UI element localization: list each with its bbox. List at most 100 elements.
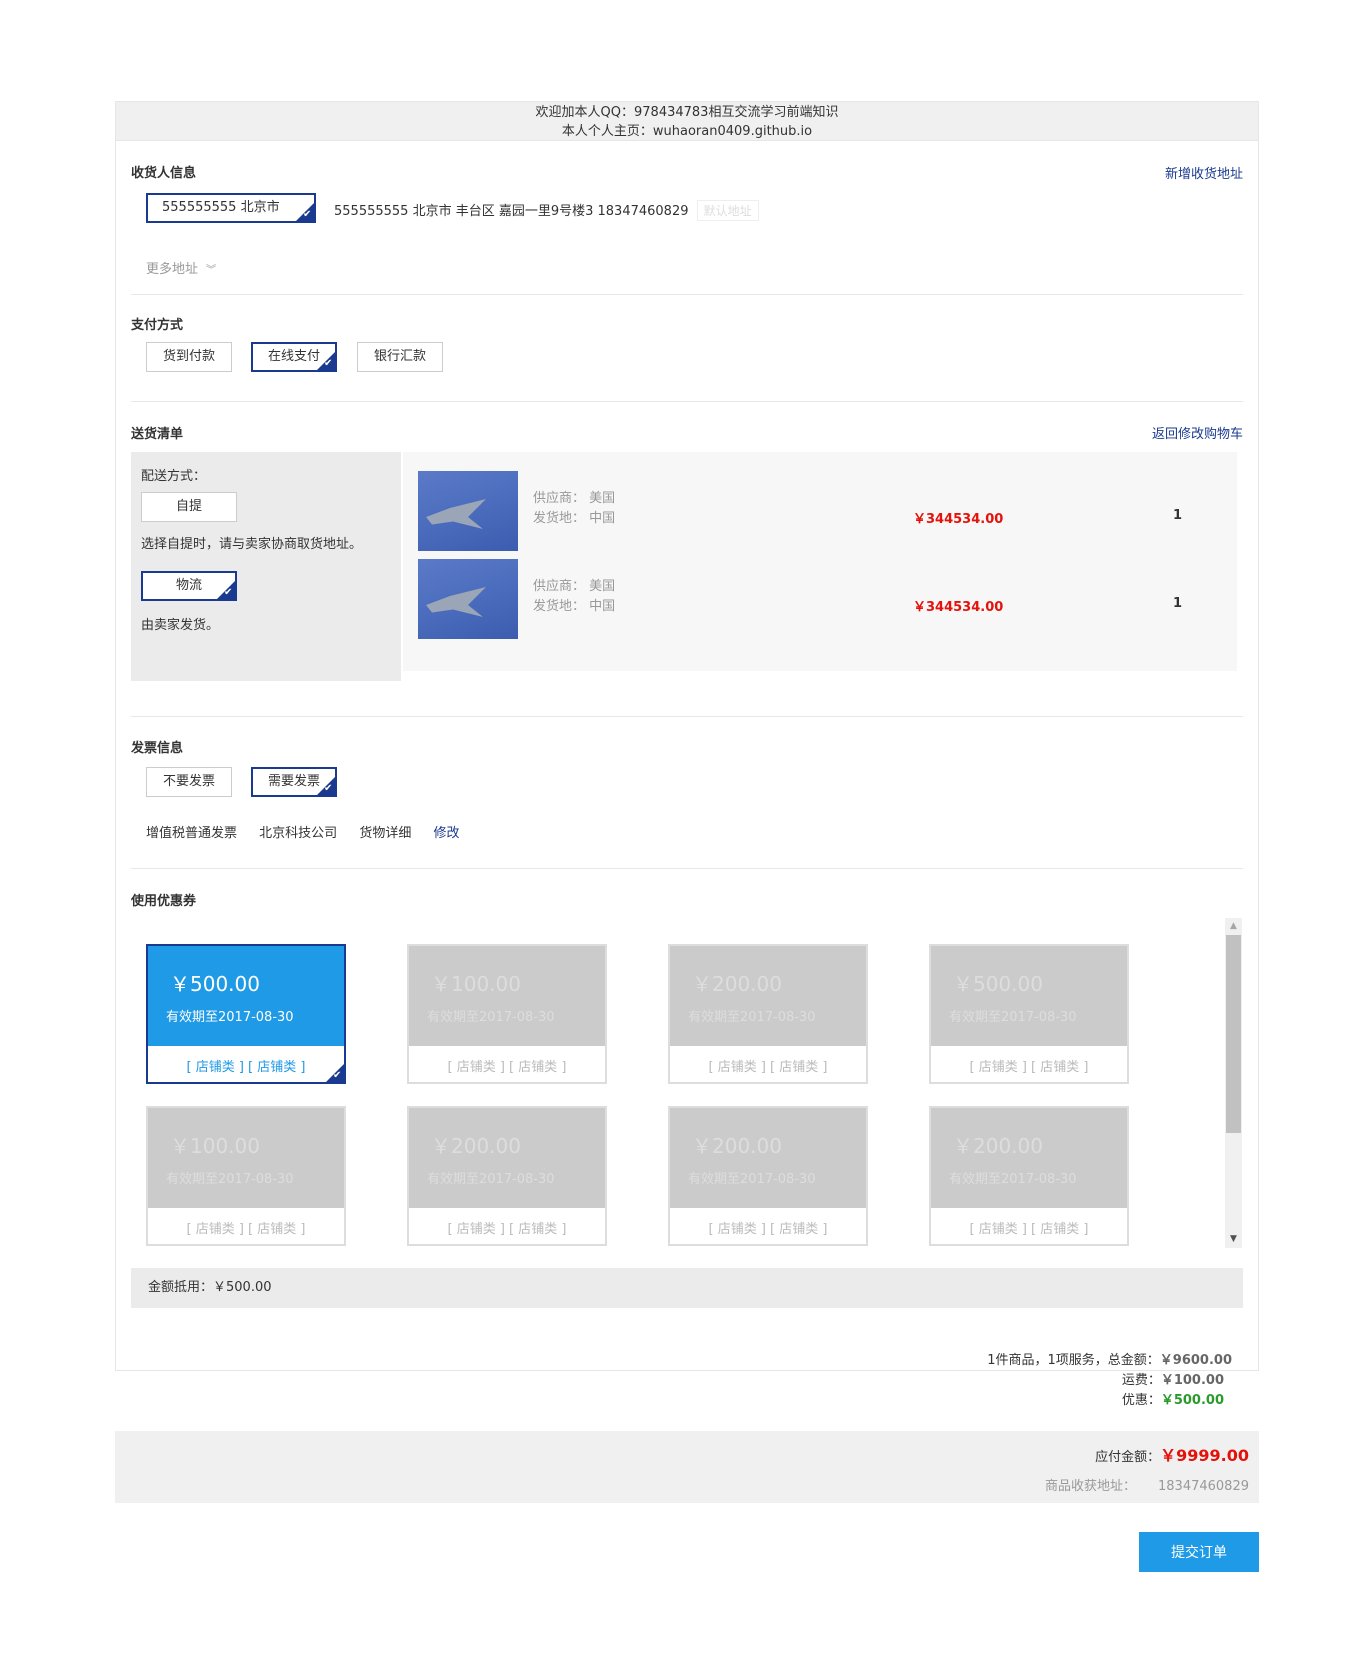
summary-shipping-label: 运费： [1121,1373,1161,1388]
coupon-amount: ￥100.00 [431,972,521,996]
invoice-title: 发票信息 [131,741,184,756]
amount-due: 应付金额：￥9999.00 [1095,1442,1249,1466]
check-icon: ✔ [324,1062,346,1084]
payment-cod-button[interactable]: 货到付款 [146,342,232,372]
delivery-method-label: 配送方式： [141,469,207,484]
invoice-content: 货物详细 [359,826,412,841]
summary-discount-value: ￥500.00 [1160,1393,1224,1408]
selected-address-label: 555555555 北京市 [162,200,280,215]
notice-bar: 欢迎加本人QQ：978434783相互交流学习前端知识 本人个人主页：wuhao… [115,101,1259,141]
coupon-tag: [ 店铺类 ] [ 店铺类 ] [447,1222,567,1237]
check-icon: ✔ [294,201,316,223]
more-addresses-toggle[interactable]: 更多地址 ︾ [146,258,216,277]
coupon-amount: ￥500.00 [170,972,260,996]
pickup-button[interactable]: 自提 [141,492,237,522]
need-invoice-label: 需要发票 [267,774,320,789]
origin-label: 发货地： [533,511,586,526]
coupon-expiry: 有效期至2017-08-30 [688,1172,816,1187]
coupon-section: 使用优惠券 ￥500.00 有效期至2017-08-30 [ 店铺类 ] [ 店铺类… [131,868,1243,1308]
coupon-tag: [ 店铺类 ] [ 店铺类 ] [969,1222,1089,1237]
coupon-scrollbar[interactable]: ▲ ▼ [1225,918,1242,1248]
supplier-value: 美国 [589,579,616,594]
product-image[interactable] [418,559,518,639]
order-container: 欢迎加本人QQ：978434783相互交流学习前端知识 本人个人主页：wuhao… [115,101,1259,1371]
origin-value: 中国 [589,511,616,526]
summary-shipping: 运费：￥100.00 [1122,1369,1224,1388]
coupon-card[interactable]: ￥200.00 有效期至2017-08-30 [ 店铺类 ] [ 店铺类 ] [668,944,868,1084]
summary-shipping-value: ￥100.00 [1160,1373,1224,1388]
notice-line-1: 欢迎加本人QQ：978434783相互交流学习前端知识 [535,105,839,120]
payment-section: 支付方式 货到付款 在线支付 ✔ 银行汇款 [131,294,1243,401]
coupon-amount: ￥200.00 [953,1134,1043,1158]
payment-total-box: 应付金额：￥9999.00 商品收获地址： 18347460829 [115,1431,1259,1503]
product-supplier: 供应商： 美国 [533,487,615,506]
payment-online-button[interactable]: 在线支付 ✔ [251,342,337,372]
scroll-down-arrow-icon[interactable]: ▼ [1225,1231,1242,1248]
delivery-section: 送货清单 返回修改购物车 配送方式： 自提 选择自提时，请与卖家协商取货地址。 … [131,401,1243,686]
default-address-badge: 默认地址 [696,200,759,221]
invoice-edit-link[interactable]: 修改 [433,826,459,841]
product-price: ￥344534.00 [913,512,1004,527]
product-image[interactable] [418,471,518,551]
coupon-tag: [ 店铺类 ] [ 店铺类 ] [186,1222,306,1237]
coupon-card[interactable]: ￥200.00 有效期至2017-08-30 [ 店铺类 ] [ 店铺类 ] [407,1106,607,1246]
selected-address-button[interactable]: 555555555 北京市 ✔ [146,193,316,223]
coupon-card[interactable]: ￥200.00 有效期至2017-08-30 [ 店铺类 ] [ 店铺类 ] [668,1106,868,1246]
scrollbar-thumb[interactable] [1226,935,1241,1133]
address-text: 555555555 北京市 丰台区 嘉园一里9号楼3 18347460829 [334,204,689,219]
add-address-link[interactable]: 新增收货地址 [1165,163,1243,182]
coupon-card[interactable]: ￥100.00 有效期至2017-08-30 [ 店铺类 ] [ 店铺类 ] [407,944,607,1084]
coupon-amount: ￥200.00 [431,1134,521,1158]
payment-title: 支付方式 [131,318,184,333]
coupon-expiry: 有效期至2017-08-30 [688,1010,816,1025]
product-quantity: 1 [1173,508,1183,523]
discount-label: 金额抵用： [148,1280,214,1295]
coupon-grid: ￥500.00 有效期至2017-08-30 [ 店铺类 ] [ 店铺类 ] ✔ ￥1… [131,918,1243,1248]
discount-bar: 金额抵用：￥500.00 [131,1268,1243,1308]
product-supplier: 供应商： 美国 [533,575,615,594]
coupon-card[interactable]: ￥500.00 有效期至2017-08-30 [ 店铺类 ] [ 店铺类 ] [929,944,1129,1084]
product-list: 供应商： 美国 发货地： 中国 ￥344534.00 1 供应商： 美国 发货地… [403,452,1237,671]
receiver-section: 收货人信息 新增收货地址 555555555 北京市 ✔ 555555555 北… [131,141,1243,301]
product-origin: 发货地： 中国 [533,595,615,614]
summary-total-label: 1件商品，1项服务，总金额： [987,1353,1160,1368]
discount-value: ￥500.00 [213,1280,272,1295]
coupon-expiry: 有效期至2017-08-30 [427,1010,555,1025]
coupon-tag: [ 店铺类 ] [ 店铺类 ] [708,1222,828,1237]
scroll-up-arrow-icon[interactable]: ▲ [1225,918,1242,935]
coupon-tag: [ 店铺类 ] [ 店铺类 ] [447,1060,567,1075]
no-invoice-label: 不要发票 [162,774,215,789]
supplier-value: 美国 [589,491,616,506]
coupon-amount: ￥200.00 [692,972,782,996]
pickup-description: 选择自提时，请与卖家协商取货地址。 [141,537,363,552]
coupon-tag: [ 店铺类 ] [ 店铺类 ] [969,1060,1089,1075]
back-to-cart-link[interactable]: 返回修改购物车 [1152,423,1243,442]
supplier-label: 供应商： [533,579,586,594]
summary-total: 1件商品，1项服务，总金额：￥9600.00 [987,1349,1232,1368]
logistics-description: 由卖家发货。 [141,618,220,633]
logistics-label: 物流 [175,578,202,593]
payment-online-label: 在线支付 [267,349,320,364]
submit-order-button[interactable]: 提交订单 [1139,1532,1259,1572]
payment-bank-button[interactable]: 银行汇款 [357,342,443,372]
coupon-title: 使用优惠券 [131,894,197,909]
origin-label: 发货地： [533,599,586,614]
no-invoice-button[interactable]: 不要发票 [146,767,232,797]
coupon-card[interactable]: ￥500.00 有效期至2017-08-30 [ 店铺类 ] [ 店铺类 ] ✔ [146,944,346,1084]
need-invoice-button[interactable]: 需要发票 ✔ [251,767,337,797]
invoice-details: 增值税普通发票 北京科技公司 货物详细 修改 [146,822,459,841]
payment-cod-label: 货到付款 [162,349,215,364]
pickup-label: 自提 [175,499,202,514]
summary-total-value: ￥9600.00 [1159,1353,1232,1368]
supplier-label: 供应商： [533,491,586,506]
address-detail: 555555555 北京市 丰台区 嘉园一里9号楼3 18347460829 默… [334,200,759,221]
coupon-amount: ￥500.00 [953,972,1043,996]
coupon-amount: ￥100.00 [170,1134,260,1158]
logistics-button[interactable]: 物流 ✔ [141,571,237,601]
notice-line-2: 本人个人主页：wuhaoran0409.github.io [561,124,813,139]
check-icon: ✔ [215,579,237,601]
check-icon: ✔ [315,350,337,372]
invoice-type: 增值税普通发票 [146,826,238,841]
coupon-card[interactable]: ￥100.00 有效期至2017-08-30 [ 店铺类 ] [ 店铺类 ] [146,1106,346,1246]
coupon-card[interactable]: ￥200.00 有效期至2017-08-30 [ 店铺类 ] [ 店铺类 ] [929,1106,1129,1246]
